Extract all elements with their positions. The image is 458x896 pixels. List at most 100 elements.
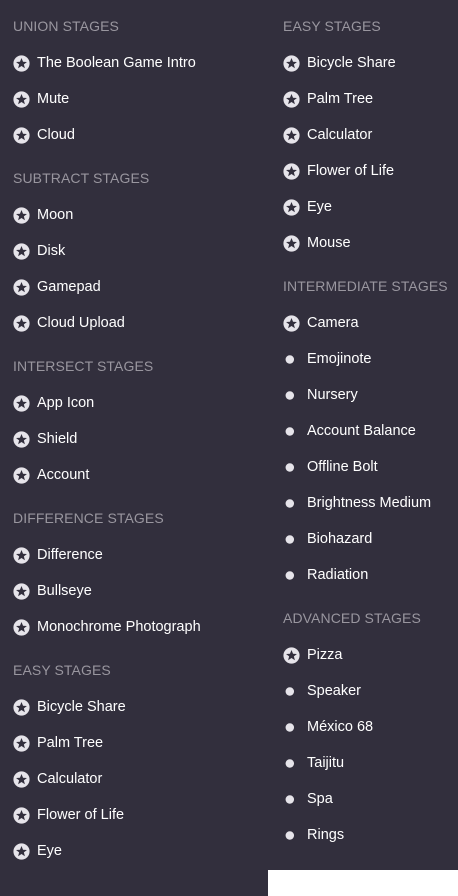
stage-item-calculator[interactable]: Calculator xyxy=(283,123,372,147)
stage-item-offline-bolt[interactable]: Offline Bolt xyxy=(283,455,378,479)
stage-item-account[interactable]: Account xyxy=(13,463,89,487)
star-badge-icon xyxy=(13,391,37,415)
stage-item-label: The Boolean Game Intro xyxy=(37,55,196,71)
stage-item-label: Calculator xyxy=(37,771,103,787)
stage-list-left-column: UNION STAGES The Boolean Game Intro Mute Cl… xyxy=(0,0,268,896)
stage-item-the-boolean-game-intro[interactable]: The Boolean Game Intro xyxy=(13,51,196,75)
stage-item-label: Eye xyxy=(307,199,332,215)
stage-item-label: Mouse xyxy=(307,235,351,251)
stage-item-flower-of-life[interactable]: Flower of Life xyxy=(13,803,124,827)
section-heading-intermediate-stages: INTERMEDIATE STAGES xyxy=(283,278,448,294)
stage-item-speaker[interactable]: Speaker xyxy=(283,679,361,703)
stage-item-nursery[interactable]: Nursery xyxy=(283,383,358,407)
star-badge-icon xyxy=(13,543,37,567)
stage-item-label: Bicycle Share xyxy=(307,55,396,71)
stage-item-label: Palm Tree xyxy=(37,735,104,751)
star-badge-icon xyxy=(283,51,307,75)
stage-item-rings[interactable]: Rings xyxy=(283,823,344,847)
stage-item-palm-tree[interactable]: Palm Tree xyxy=(283,87,373,111)
stage-item-label: Palm Tree xyxy=(307,91,374,107)
star-badge-icon xyxy=(13,123,37,147)
star-badge-icon xyxy=(13,239,37,263)
stage-item-difference[interactable]: Difference xyxy=(13,543,103,567)
stage-item-label: Mute xyxy=(37,91,70,107)
stage-item-spa[interactable]: Spa xyxy=(283,787,333,811)
stage-item-account-balance[interactable]: Account Balance xyxy=(283,419,416,443)
stage-item-label: Camera xyxy=(307,315,359,331)
stage-item-pizza[interactable]: Pizza xyxy=(283,643,342,667)
star-badge-icon xyxy=(13,203,37,227)
star-badge-icon xyxy=(283,87,307,111)
stage-item-bicycle-share[interactable]: Bicycle Share xyxy=(13,695,126,719)
stage-list-right-column: EASY STAGES Bicycle Share Palm Tree Calcula… xyxy=(268,0,458,870)
stage-item-label: Nursery xyxy=(307,387,358,403)
star-badge-icon xyxy=(13,463,37,487)
stage-item-label: México 68 xyxy=(307,719,374,735)
star-badge-icon xyxy=(283,195,307,219)
stage-item-calculator[interactable]: Calculator xyxy=(13,767,102,791)
stage-item-monochrome-photograph[interactable]: Monochrome Photograph xyxy=(13,615,201,639)
stage-item-radiation[interactable]: Radiation xyxy=(283,563,368,587)
stage-item-label: Cloud Upload xyxy=(37,315,125,331)
stage-item-label: Difference xyxy=(37,547,103,563)
stage-item-label: Calculator xyxy=(307,127,373,143)
stage-item-taijitu[interactable]: Taijitu xyxy=(283,751,344,775)
stage-item-label: Bullseye xyxy=(37,583,92,599)
stage-item-biohazard[interactable]: Biohazard xyxy=(283,527,372,551)
stage-item-label: Brightness Medium xyxy=(307,495,432,511)
stage-item-label: Disk xyxy=(37,243,66,259)
star-badge-icon xyxy=(13,767,37,791)
star-badge-icon xyxy=(283,231,307,255)
stage-item-mute[interactable]: Mute xyxy=(13,87,69,111)
dot-icon xyxy=(283,751,307,775)
stage-item-label: Taijitu xyxy=(307,755,345,771)
stage-item-label: Flower of Life xyxy=(307,163,395,179)
star-badge-icon xyxy=(13,51,37,75)
stage-item-label: Eye xyxy=(37,843,62,859)
stage-item-cloud[interactable]: Cloud xyxy=(13,123,75,147)
stage-item-label: Spa xyxy=(307,791,333,807)
stage-item-moon[interactable]: Moon xyxy=(13,203,73,227)
stage-item-camera[interactable]: Camera xyxy=(283,311,359,335)
stage-item-eye[interactable]: Eye xyxy=(13,839,62,863)
stage-item-cloud-upload[interactable]: Cloud Upload xyxy=(13,311,125,335)
dot-icon xyxy=(283,563,307,587)
stage-item-gamepad[interactable]: Gamepad xyxy=(13,275,101,299)
stage-item-bicycle-share[interactable]: Bicycle Share xyxy=(283,51,396,75)
dot-icon xyxy=(283,347,307,371)
stage-item-label: Moon xyxy=(37,207,74,223)
stage-item-bullseye[interactable]: Bullseye xyxy=(13,579,92,603)
stage-item-palm-tree[interactable]: Palm Tree xyxy=(13,731,103,755)
dot-icon xyxy=(283,491,307,515)
section-heading-easy-stages: EASY STAGES xyxy=(283,18,381,34)
stage-item-flower-of-life[interactable]: Flower of Life xyxy=(283,159,394,183)
star-badge-icon xyxy=(13,695,37,719)
stage-item-label: Emojinote xyxy=(307,351,372,367)
star-badge-icon xyxy=(13,275,37,299)
stage-item-label: Gamepad xyxy=(37,279,101,295)
dot-icon xyxy=(283,455,307,479)
stage-item-label: Bicycle Share xyxy=(37,699,126,715)
stage-item-emojinote[interactable]: Emojinote xyxy=(283,347,371,371)
section-heading-intersect-stages: INTERSECT STAGES xyxy=(13,358,154,374)
dot-icon xyxy=(283,419,307,443)
stage-item-eye[interactable]: Eye xyxy=(283,195,332,219)
stage-item-mexico-68[interactable]: México 68 xyxy=(283,715,373,739)
stage-item-app-icon[interactable]: App Icon xyxy=(13,391,94,415)
star-badge-icon xyxy=(13,579,37,603)
stage-item-brightness-medium[interactable]: Brightness Medium xyxy=(283,491,431,515)
stage-item-label: Shield xyxy=(37,431,78,447)
dot-icon xyxy=(283,527,307,551)
stage-item-label: Pizza xyxy=(307,647,343,663)
section-heading-union-stages: UNION STAGES xyxy=(13,18,119,34)
star-badge-icon xyxy=(13,803,37,827)
stage-item-mouse[interactable]: Mouse xyxy=(283,231,351,255)
star-badge-icon xyxy=(283,311,307,335)
stage-item-label: Account xyxy=(37,467,90,483)
stage-item-disk[interactable]: Disk xyxy=(13,239,65,263)
star-badge-icon xyxy=(13,839,37,863)
section-heading-easy-stages: EASY STAGES xyxy=(13,662,111,678)
stage-item-label: Speaker xyxy=(307,683,362,699)
stage-item-label: Flower of Life xyxy=(37,807,125,823)
stage-item-shield[interactable]: Shield xyxy=(13,427,77,451)
